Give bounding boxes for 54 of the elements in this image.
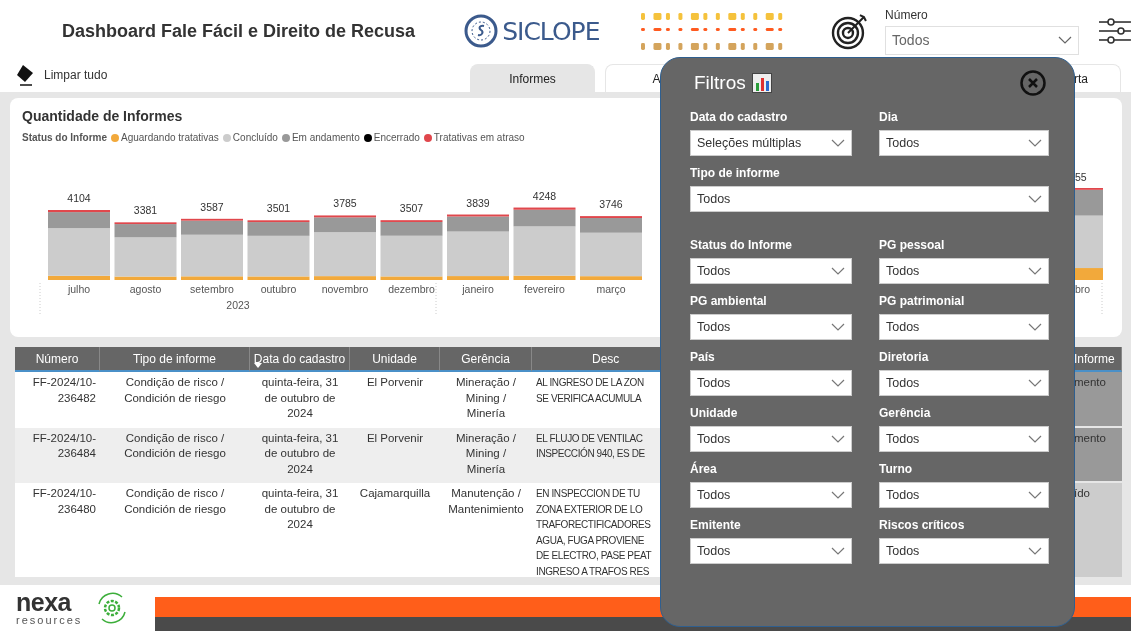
panel-title: Filtros [694,72,746,94]
filter-label: Área [690,462,718,476]
filter-label: País [690,350,716,364]
legend-label: Concluído [232,132,278,143]
legend-label: Em andamento [291,132,360,143]
filter-label: Data do cadastro [690,110,789,124]
filter-label: Diretoria [879,350,930,364]
total-label: 3501 [266,202,291,215]
total-label: 4248 [532,189,557,202]
table-cell: Condição de risco / Condición de riesgo [100,427,250,483]
total-label: 3839 [466,196,490,209]
filter-label: Status do Informe [690,238,793,252]
brand-subtitle: resources [16,615,83,626]
total-label: 3507 [399,202,424,215]
month-label: março [596,283,626,295]
month-label: agosto [129,283,162,295]
table-cell: Mineração / Mining / Minería [440,427,532,483]
month-label: bro [1075,283,1091,295]
month-label: janeiro [462,283,494,295]
value-label: 55 [1075,171,1087,183]
filter-label: Emitente [690,518,742,532]
filter-label: Tipo de informe [690,166,781,180]
number-filter-label: Número [885,7,929,22]
filter-label: Unidade [690,406,739,420]
filter-label: PG ambiental [690,294,768,308]
month-label: julho [67,283,91,295]
table-cell: quinta-feira, 31 de outubro de 2024 [250,427,350,483]
total-label: 4104 [67,192,91,204]
logo-text: SICLOPE [502,16,600,46]
table-cell: FF-2024/10- 236484 [15,427,100,483]
total-label: 3785 [333,197,357,210]
dashboard-title: Dashboard Fale Fácil e Direito de Recusa [62,20,417,42]
month-label: outubro [260,283,297,295]
brand-name: nexa [16,590,73,615]
month-label: dezembro [388,283,435,295]
filter-label: PG patrimonial [879,294,966,308]
legend-label: Tratativas em atraso [433,132,525,143]
month-label: fevereiro [524,283,565,295]
filter-label: Dia [879,110,899,124]
total-label: 3381 [133,204,158,217]
filter-label: Turno [879,462,914,476]
year-label: 2023 [226,299,250,311]
chart-title: Quantidade de Informes [22,108,183,124]
legend-title: Status do Informe [22,132,107,143]
legend-label: Aguardando tratativas [121,132,219,143]
month-label: novembro [321,283,369,295]
filter-label: Gerência [879,406,932,420]
month-label: setembro [190,283,234,295]
total-label: 3587 [200,200,224,213]
total-label: 3746 [599,198,623,211]
filter-label: PG pessoal [879,238,946,252]
filter-label: Riscos críticos [879,518,966,532]
legend-label: Encerrado [373,132,420,143]
table-cell: El Porvenir [350,427,440,483]
